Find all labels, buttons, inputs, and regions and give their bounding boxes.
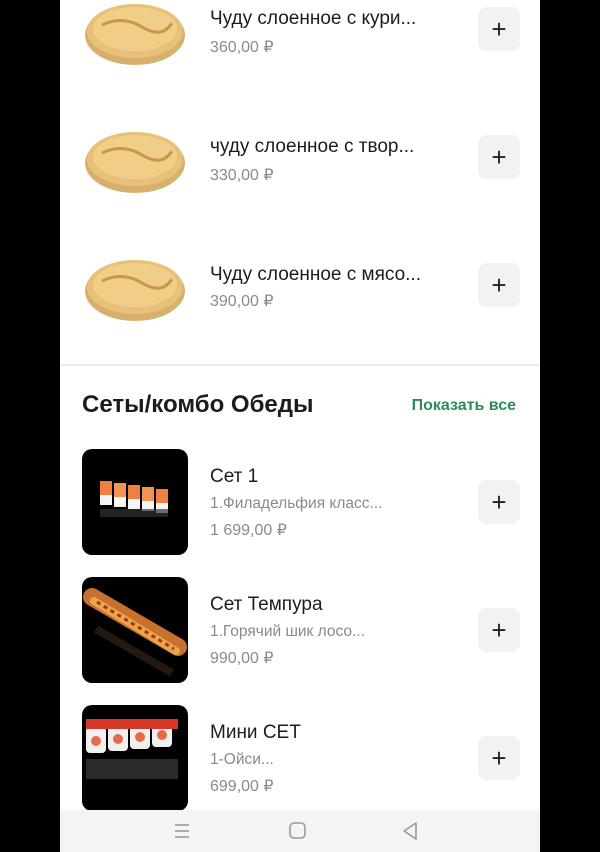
item-title: Чуду слоенное с кури... (210, 8, 417, 29)
item-price: 699,00 ₽ (210, 778, 274, 795)
item-price: 360,00 ₽ (210, 39, 274, 56)
list-item[interactable]: чуду слоенное с твор... 330,00 ₽ + (60, 103, 540, 213)
sushi-set-image (82, 705, 188, 811)
item-price: 390,00 ₽ (210, 293, 274, 310)
back-icon[interactable] (395, 818, 425, 844)
item-title: чуду слоенное с твор... (210, 136, 415, 157)
home-icon[interactable] (282, 818, 312, 844)
list-item[interactable]: Сет 1 1.Филадельфия класс... 1 699,00 ₽ … (60, 449, 540, 559)
add-button[interactable]: + (478, 135, 520, 179)
pie-image (82, 0, 188, 81)
list-item[interactable]: Чуду слоенное с кури... 360,00 ₽ + (60, 0, 540, 85)
add-button[interactable]: + (478, 608, 520, 652)
item-title: Сет 1 (210, 466, 259, 487)
system-navigation-bar (60, 810, 540, 852)
item-price: 330,00 ₽ (210, 167, 274, 184)
section-divider (60, 364, 540, 366)
add-button[interactable]: + (478, 263, 520, 307)
list-item[interactable]: Чуду слоенное с мясо... 390,00 ₽ + (60, 231, 540, 341)
item-title: Мини СЕТ (210, 722, 301, 743)
item-title: Чуду слоенное с мясо... (210, 264, 421, 285)
list-item[interactable]: Мини СЕТ 1-Ойси... 699,00 ₽ + (60, 705, 540, 815)
item-price: 1 699,00 ₽ (210, 522, 287, 539)
menu-screen: Чуду слоенное с кури... 360,00 ₽ + чуду … (60, 0, 540, 852)
section-title: Сеты/комбо Обеды (82, 391, 314, 418)
add-button[interactable]: + (478, 480, 520, 524)
pie-image (82, 103, 188, 209)
item-description: 1.Филадельфия класс... (210, 495, 383, 512)
show-all-link[interactable]: Показать все (412, 397, 516, 415)
sushi-set-image (82, 577, 188, 683)
add-button[interactable]: + (478, 7, 520, 51)
pie-image (82, 231, 188, 337)
item-description: 1-Ойси... (210, 751, 274, 768)
add-button[interactable]: + (478, 736, 520, 780)
sushi-set-image (82, 449, 188, 555)
item-price: 990,00 ₽ (210, 650, 274, 667)
menu-icon[interactable] (167, 818, 197, 844)
item-description: 1.Горячий шик лосо... (210, 623, 365, 640)
list-item[interactable]: Сет Темпура 1.Горячий шик лосо... 990,00… (60, 577, 540, 687)
item-title: Сет Темпура (210, 594, 323, 615)
